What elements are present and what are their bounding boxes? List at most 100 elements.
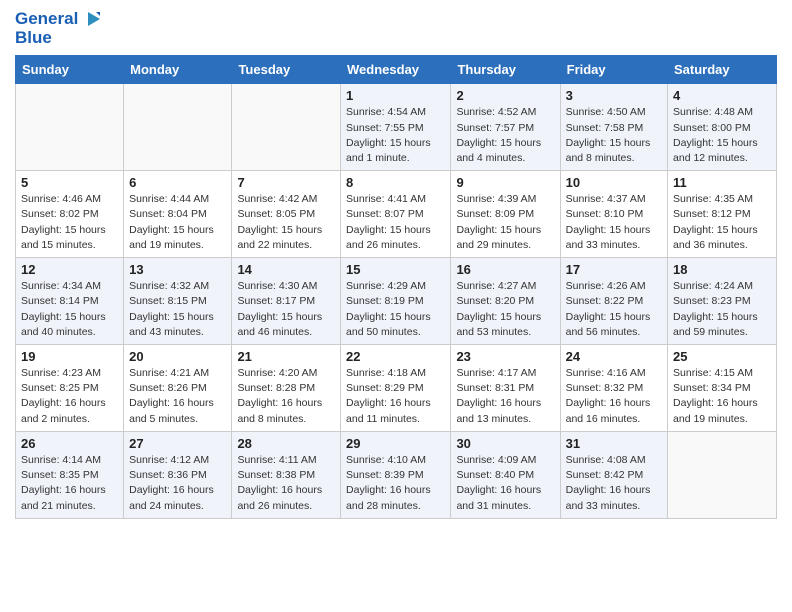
day-number: 31 [566,436,662,451]
day-cell: 24 Sunrise: 4:16 AMSunset: 8:32 PMDayligh… [560,345,667,432]
day-cell: 9 Sunrise: 4:39 AMSunset: 8:09 PMDaylight… [451,171,560,258]
week-row-3: 12 Sunrise: 4:34 AMSunset: 8:14 PMDayligh… [16,258,777,345]
day-cell: 8 Sunrise: 4:41 AMSunset: 8:07 PMDaylight… [341,171,451,258]
day-number: 5 [21,175,118,190]
day-info: Sunrise: 4:32 AMSunset: 8:15 PMDaylight:… [129,279,226,340]
day-info: Sunrise: 4:14 AMSunset: 8:35 PMDaylight:… [21,453,118,514]
day-cell: 15 Sunrise: 4:29 AMSunset: 8:19 PMDayligh… [341,258,451,345]
day-info: Sunrise: 4:12 AMSunset: 8:36 PMDaylight:… [129,453,226,514]
day-cell: 2 Sunrise: 4:52 AMSunset: 7:57 PMDaylight… [451,84,560,171]
col-header-monday: Monday [124,56,232,84]
day-cell: 10 Sunrise: 4:37 AMSunset: 8:10 PMDayligh… [560,171,667,258]
day-number: 7 [237,175,335,190]
calendar-table: SundayMondayTuesdayWednesdayThursdayFrid… [15,55,777,518]
day-info: Sunrise: 4:46 AMSunset: 8:02 PMDaylight:… [21,192,118,253]
day-info: Sunrise: 4:16 AMSunset: 8:32 PMDaylight:… [566,366,662,427]
day-number: 20 [129,349,226,364]
col-header-friday: Friday [560,56,667,84]
day-info: Sunrise: 4:09 AMSunset: 8:40 PMDaylight:… [456,453,554,514]
day-info: Sunrise: 4:11 AMSunset: 8:38 PMDaylight:… [237,453,335,514]
day-cell: 4Sunrise: 4:48 AMSunset: 8:00 PMDaylight… [668,84,777,171]
day-info: Sunrise: 4:42 AMSunset: 8:05 PMDaylight:… [237,192,335,253]
week-row-2: 5 Sunrise: 4:46 AMSunset: 8:02 PMDaylight… [16,171,777,258]
day-info: Sunrise: 4:34 AMSunset: 8:14 PMDaylight:… [21,279,118,340]
day-info: Sunrise: 4:20 AMSunset: 8:28 PMDaylight:… [237,366,335,427]
day-info: Sunrise: 4:52 AMSunset: 7:57 PMDaylight:… [456,105,554,166]
day-number: 25 [673,349,771,364]
day-cell: 14 Sunrise: 4:30 AMSunset: 8:17 PMDayligh… [232,258,341,345]
day-number: 13 [129,262,226,277]
day-info: Sunrise: 4:21 AMSunset: 8:26 PMDaylight:… [129,366,226,427]
day-number: 2 [456,88,554,103]
day-cell: 1 Sunrise: 4:54 AMSunset: 7:55 PMDaylight… [341,84,451,171]
day-number: 28 [237,436,335,451]
day-number: 24 [566,349,662,364]
day-cell: 25 Sunrise: 4:15 AMSunset: 8:34 PMDayligh… [668,345,777,432]
day-info: Sunrise: 4:17 AMSunset: 8:31 PMDaylight:… [456,366,554,427]
day-info: Sunrise: 4:26 AMSunset: 8:22 PMDaylight:… [566,279,662,340]
logo-text: General Blue [15,10,100,47]
day-cell: 17 Sunrise: 4:26 AMSunset: 8:22 PMDayligh… [560,258,667,345]
day-info: Sunrise: 4:48 AMSunset: 8:00 PMDaylight:… [673,105,771,166]
day-cell: 3 Sunrise: 4:50 AMSunset: 7:58 PMDaylight… [560,84,667,171]
week-row-1: 1 Sunrise: 4:54 AMSunset: 7:55 PMDaylight… [16,84,777,171]
day-cell: 23Sunrise: 4:17 AMSunset: 8:31 PMDayligh… [451,345,560,432]
day-number: 18 [673,262,771,277]
col-header-thursday: Thursday [451,56,560,84]
day-info: Sunrise: 4:30 AMSunset: 8:17 PMDaylight:… [237,279,335,340]
day-cell: 20 Sunrise: 4:21 AMSunset: 8:26 PMDayligh… [124,345,232,432]
day-cell: 27Sunrise: 4:12 AMSunset: 8:36 PMDayligh… [124,431,232,518]
day-cell [124,84,232,171]
day-info: Sunrise: 4:18 AMSunset: 8:29 PMDaylight:… [346,366,445,427]
day-cell: 31 Sunrise: 4:08 AMSunset: 8:42 PMDayligh… [560,431,667,518]
col-header-tuesday: Tuesday [232,56,341,84]
day-info: Sunrise: 4:27 AMSunset: 8:20 PMDaylight:… [456,279,554,340]
day-cell: 12 Sunrise: 4:34 AMSunset: 8:14 PMDayligh… [16,258,124,345]
day-info: Sunrise: 4:50 AMSunset: 7:58 PMDaylight:… [566,105,662,166]
day-number: 10 [566,175,662,190]
day-cell [16,84,124,171]
day-cell [668,431,777,518]
day-number: 26 [21,436,118,451]
day-cell [232,84,341,171]
day-number: 17 [566,262,662,277]
day-info: Sunrise: 4:35 AMSunset: 8:12 PMDaylight:… [673,192,771,253]
day-number: 21 [237,349,335,364]
day-info: Sunrise: 4:24 AMSunset: 8:23 PMDaylight:… [673,279,771,340]
day-info: Sunrise: 4:44 AMSunset: 8:04 PMDaylight:… [129,192,226,253]
day-cell: 18 Sunrise: 4:24 AMSunset: 8:23 PMDayligh… [668,258,777,345]
day-number: 19 [21,349,118,364]
day-cell: 22 Sunrise: 4:18 AMSunset: 8:29 PMDayligh… [341,345,451,432]
day-number: 3 [566,88,662,103]
day-info: Sunrise: 4:39 AMSunset: 8:09 PMDaylight:… [456,192,554,253]
day-number: 15 [346,262,445,277]
day-cell: 11Sunrise: 4:35 AMSunset: 8:12 PMDayligh… [668,171,777,258]
day-cell: 30 Sunrise: 4:09 AMSunset: 8:40 PMDayligh… [451,431,560,518]
day-number: 12 [21,262,118,277]
week-row-5: 26 Sunrise: 4:14 AMSunset: 8:35 PMDayligh… [16,431,777,518]
week-row-4: 19 Sunrise: 4:23 AMSunset: 8:25 PMDayligh… [16,345,777,432]
day-cell: 21 Sunrise: 4:20 AMSunset: 8:28 PMDayligh… [232,345,341,432]
header-row: SundayMondayTuesdayWednesdayThursdayFrid… [16,56,777,84]
day-cell: 29Sunrise: 4:10 AMSunset: 8:39 PMDayligh… [341,431,451,518]
day-info: Sunrise: 4:54 AMSunset: 7:55 PMDaylight:… [346,105,445,166]
day-number: 30 [456,436,554,451]
day-number: 29 [346,436,445,451]
col-header-sunday: Sunday [16,56,124,84]
day-cell: 13 Sunrise: 4:32 AMSunset: 8:15 PMDayligh… [124,258,232,345]
page-header: General Blue [15,10,777,47]
day-number: 14 [237,262,335,277]
day-cell: 6Sunrise: 4:44 AMSunset: 8:04 PMDaylight… [124,171,232,258]
day-number: 22 [346,349,445,364]
day-number: 9 [456,175,554,190]
day-info: Sunrise: 4:37 AMSunset: 8:10 PMDaylight:… [566,192,662,253]
day-info: Sunrise: 4:29 AMSunset: 8:19 PMDaylight:… [346,279,445,340]
day-cell: 26 Sunrise: 4:14 AMSunset: 8:35 PMDayligh… [16,431,124,518]
day-info: Sunrise: 4:23 AMSunset: 8:25 PMDaylight:… [21,366,118,427]
day-info: Sunrise: 4:41 AMSunset: 8:07 PMDaylight:… [346,192,445,253]
day-info: Sunrise: 4:08 AMSunset: 8:42 PMDaylight:… [566,453,662,514]
day-info: Sunrise: 4:15 AMSunset: 8:34 PMDaylight:… [673,366,771,427]
day-number: 1 [346,88,445,103]
day-number: 8 [346,175,445,190]
logo: General Blue [15,10,100,47]
